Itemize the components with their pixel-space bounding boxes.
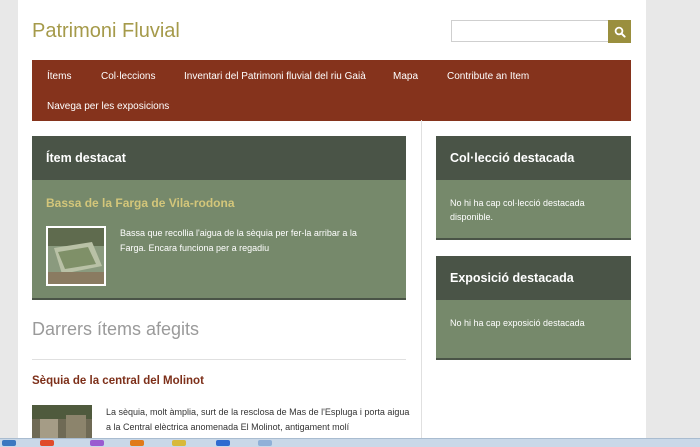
featured-exhibit-body: No hi ha cap exposició destacada xyxy=(450,318,585,328)
page: Patrimoni Fluvial Ítems Col·leccions Inv… xyxy=(18,0,646,438)
search-button[interactable] xyxy=(608,20,631,43)
nav-item-collections[interactable]: Col·leccions xyxy=(101,71,155,82)
taskbar-app-icon[interactable] xyxy=(216,440,230,446)
taskbar-app-icon[interactable] xyxy=(172,440,186,446)
featured-item-panel: Ítem destacat Bassa de la Farga de Vila-… xyxy=(32,136,406,300)
featured-collection-panel: Col·lecció destacada No hi ha cap col·le… xyxy=(436,136,631,240)
featured-exhibit-panel: Exposició destacada No hi ha cap exposic… xyxy=(436,256,631,360)
channel-photo xyxy=(32,405,92,438)
nav-item-inventory[interactable]: Inventari del Patrimoni fluvial del riu … xyxy=(184,71,366,82)
search-input[interactable] xyxy=(451,20,611,42)
featured-item-description: Bassa que recollia l'aigua de la sèquia … xyxy=(120,228,357,253)
featured-exhibit-heading: Exposició destacada xyxy=(436,256,631,300)
column-divider xyxy=(421,120,422,438)
taskbar-app-icon[interactable] xyxy=(258,440,272,446)
nav-item-items[interactable]: Ítems xyxy=(47,71,71,82)
taskbar-app-icon[interactable] xyxy=(40,440,54,446)
featured-item-heading: Ítem destacat xyxy=(32,136,406,180)
start-icon[interactable] xyxy=(2,440,16,446)
search-icon xyxy=(614,26,626,38)
panel-bottom-border xyxy=(436,358,631,360)
panel-bottom-border xyxy=(436,238,631,240)
recent-item-title[interactable]: Sèquia de la central del Molinot xyxy=(32,375,204,387)
pool-photo xyxy=(48,228,104,284)
main-nav: Ítems Col·leccions Inventari del Patrimo… xyxy=(32,60,631,121)
featured-item-title[interactable]: Bassa de la Farga de Vila-rodona xyxy=(46,196,235,210)
panel-bottom-border xyxy=(32,298,406,300)
site-title[interactable]: Patrimoni Fluvial xyxy=(32,20,180,43)
recent-item-description: La sèquia, molt àmplia, surt de la rescl… xyxy=(106,407,410,432)
divider xyxy=(32,359,406,360)
taskbar-app-icon[interactable] xyxy=(130,440,144,446)
nav-item-exhibits[interactable]: Navega per les exposicions xyxy=(47,101,169,112)
featured-collection-heading: Col·lecció destacada xyxy=(436,136,631,180)
nav-item-map[interactable]: Mapa xyxy=(393,71,418,82)
taskbar-app-icon[interactable] xyxy=(90,440,104,446)
nav-item-contribute[interactable]: Contribute an Item xyxy=(447,71,529,82)
featured-item-thumbnail[interactable] xyxy=(46,226,106,286)
recent-item-thumbnail[interactable] xyxy=(32,405,92,438)
featured-collection-body: No hi ha cap col·lecció destacada dispon… xyxy=(450,198,585,222)
recent-items-heading: Darrers ítems afegits xyxy=(32,319,200,339)
